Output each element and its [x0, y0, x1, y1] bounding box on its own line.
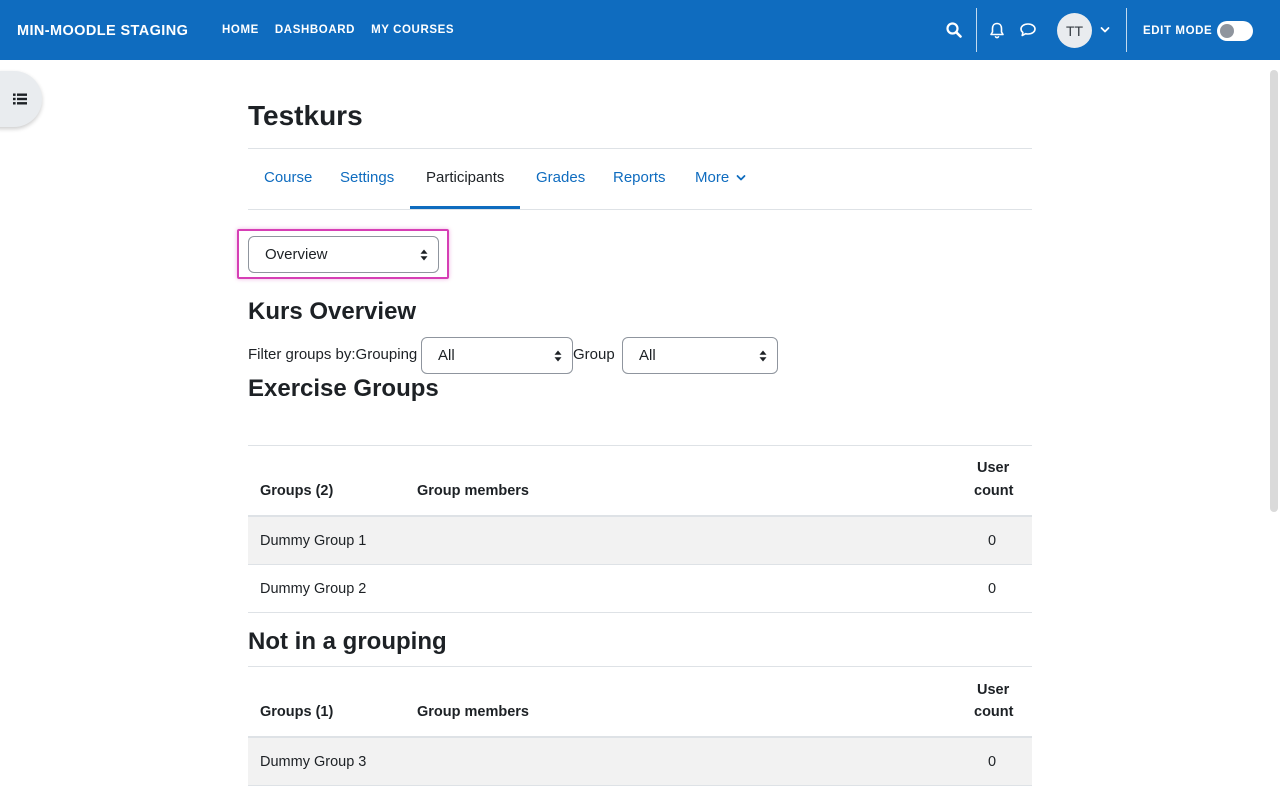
overview-heading: Kurs Overview — [248, 298, 417, 325]
user-count-cell: 0 — [988, 533, 997, 549]
page-scrollbar[interactable] — [1270, 70, 1278, 512]
filter-group-label: Group — [573, 346, 615, 363]
column-header-user: User — [977, 682, 1010, 698]
toggle-knob — [1220, 24, 1234, 38]
groups-table: Groups (1) Group members User count Dumm… — [248, 666, 1032, 786]
notifications-button[interactable] — [985, 0, 1009, 60]
table-header: Groups (2) Group members User count — [248, 446, 1032, 517]
list-icon — [13, 93, 27, 105]
secondary-navigation: Course Settings Participants Grades Repo… — [248, 148, 1032, 210]
group-name-cell: Dummy Group 1 — [260, 533, 367, 549]
tab-settings[interactable]: Settings — [340, 149, 394, 209]
column-header-count: count — [974, 483, 1014, 499]
messages-button[interactable] — [1016, 0, 1040, 60]
chevron-down-icon — [1100, 27, 1110, 33]
active-tab-indicator — [410, 206, 520, 209]
grouping-heading: Not in a grouping — [248, 628, 447, 655]
tab-grades[interactable]: Grades — [536, 149, 585, 209]
table-row: Dummy Group 1 0 — [248, 517, 1032, 565]
user-count-cell: 0 — [988, 581, 997, 597]
site-brand[interactable]: MIN-MOODLE STAGING — [17, 0, 188, 60]
select-value: All — [639, 347, 656, 364]
sort-caret-icon — [759, 350, 767, 362]
tab-participants[interactable]: Participants — [426, 149, 504, 209]
tab-course[interactable]: Course — [264, 149, 312, 209]
column-header-members: Group members — [417, 483, 529, 499]
filter-grouping-label: Filter groups by:Grouping — [248, 346, 418, 363]
navbar-divider — [1126, 8, 1127, 52]
user-menu-toggle[interactable] — [1097, 0, 1113, 60]
group-name-cell: Dummy Group 3 — [260, 754, 367, 770]
navbar-divider — [976, 8, 977, 52]
tab-more[interactable]: More — [695, 149, 746, 209]
group-name-cell: Dummy Group 2 — [260, 581, 367, 597]
column-header-groups: Groups (2) — [260, 483, 334, 499]
select-value: All — [438, 347, 455, 364]
select-value: Overview — [265, 246, 328, 263]
table-header: Groups (1) Group members User count — [248, 667, 1032, 738]
table-row: Dummy Group 2 0 — [248, 565, 1032, 613]
user-avatar[interactable]: TT — [1057, 13, 1092, 48]
chevron-down-icon — [736, 175, 746, 181]
nav-my-courses-link[interactable]: MY COURSES — [371, 24, 454, 36]
grouping-filter-select[interactable]: All — [421, 337, 573, 374]
search-button[interactable] — [941, 0, 967, 60]
edit-mode-toggle[interactable] — [1217, 21, 1253, 41]
page-title: Testkurs — [248, 100, 363, 131]
sort-caret-icon — [554, 350, 562, 362]
nav-home-link[interactable]: HOME — [222, 24, 259, 36]
groups-table: Groups (2) Group members User count Dumm… — [248, 445, 1032, 613]
edit-mode-label: EDIT MODE — [1143, 25, 1213, 37]
participants-view-select[interactable]: Overview — [248, 236, 439, 273]
table-row: Dummy Group 3 0 — [248, 738, 1032, 786]
tab-reports[interactable]: Reports — [613, 149, 666, 209]
top-navbar: MIN-MOODLE STAGING HOME DASHBOARD MY COU… — [0, 0, 1280, 60]
search-icon — [946, 22, 962, 38]
sort-caret-icon — [420, 249, 428, 261]
nav-dashboard-link[interactable]: DASHBOARD — [275, 24, 355, 36]
tab-more-label: More — [695, 169, 730, 186]
column-header-count: count — [974, 704, 1014, 720]
group-filter-select[interactable]: All — [622, 337, 778, 374]
user-count-cell: 0 — [988, 754, 997, 770]
chat-icon — [1020, 23, 1036, 37]
primary-navigation: HOME DASHBOARD MY COURSES — [222, 0, 470, 60]
course-index-drawer-toggle[interactable] — [0, 71, 42, 127]
grouping-heading: Exercise Groups — [248, 375, 439, 402]
column-header-user: User — [977, 460, 1010, 476]
bell-icon — [990, 22, 1004, 38]
column-header-groups: Groups (1) — [260, 704, 334, 720]
column-header-members: Group members — [417, 704, 529, 720]
